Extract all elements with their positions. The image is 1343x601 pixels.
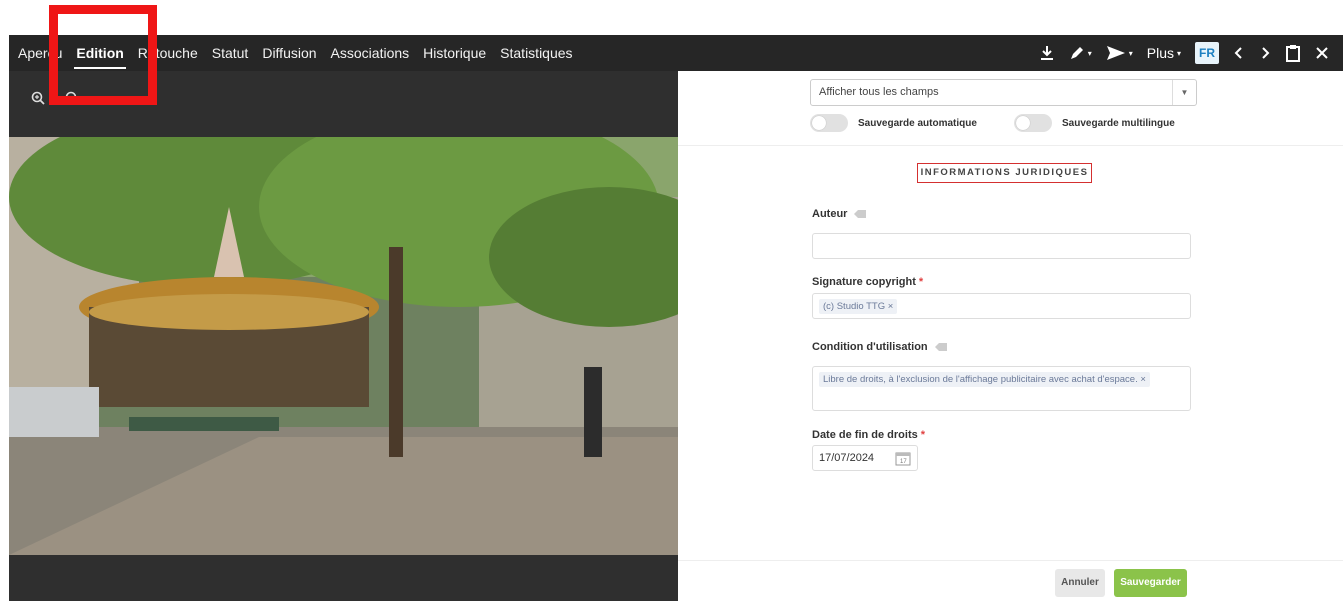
multilang-toggle-row: Sauvegarde multilingue: [1014, 114, 1175, 132]
send-icon[interactable]: ▾: [1106, 45, 1133, 61]
usage-chip[interactable]: Libre de droits, à l'exclusion de l'affi…: [819, 372, 1150, 387]
language-button[interactable]: FR: [1195, 42, 1219, 64]
tab-diffusion[interactable]: Diffusion: [262, 35, 316, 71]
top-toolbar: Aperçu Edition Retouche Statut Diffusion…: [9, 35, 1343, 71]
autosave-toggle-row: Sauvegarde automatique: [810, 114, 977, 132]
rights-end-date-field[interactable]: 17/07/2024 17: [812, 445, 918, 471]
required-mark: *: [918, 276, 924, 288]
rights-end-label: Date de fin de droits: [812, 429, 918, 441]
zoom-controls: [31, 91, 79, 110]
cancel-button[interactable]: Annuler: [1055, 569, 1105, 597]
usage-input[interactable]: Libre de droits, à l'exclusion de l'affi…: [812, 366, 1191, 411]
chevron-down-icon: ▼: [1172, 80, 1196, 105]
chevron-left-icon[interactable]: [1233, 46, 1245, 60]
language-badge: FR: [1195, 42, 1219, 64]
toolbar-actions: ▾ ▾ Plus ▾ FR: [1039, 35, 1343, 71]
zoom-in-icon[interactable]: [31, 91, 45, 110]
more-label: Plus: [1146, 45, 1174, 61]
tag-icon: [854, 210, 867, 218]
edit-form-panel: Afficher tous les champs ▼ Sauvegarde au…: [678, 71, 1343, 601]
tab-statistiques[interactable]: Statistiques: [500, 35, 572, 71]
multilang-toggle[interactable]: [1014, 114, 1052, 132]
tab-statut[interactable]: Statut: [212, 35, 249, 71]
required-mark: *: [920, 429, 926, 441]
copyright-input[interactable]: (c) Studio TTG ×: [812, 293, 1191, 319]
tab-retouche[interactable]: Retouche: [138, 35, 198, 71]
calendar-icon[interactable]: 17: [895, 450, 911, 466]
author-label: Auteur: [812, 208, 848, 220]
photo-preview[interactable]: [9, 137, 678, 555]
tab-associations[interactable]: Associations: [331, 35, 410, 71]
copyright-label-row: Signature copyright *: [812, 276, 923, 288]
clipboard-icon[interactable]: [1285, 44, 1301, 62]
tab-historique[interactable]: Historique: [423, 35, 486, 71]
rights-end-label-row: Date de fin de droits *: [812, 429, 925, 441]
usage-label: Condition d'utilisation: [812, 341, 928, 353]
tab-bar: Aperçu Edition Retouche Statut Diffusion…: [18, 35, 587, 71]
image-viewer: [9, 71, 678, 601]
multilang-label: Sauvegarde multilingue: [1062, 117, 1175, 129]
autosave-toggle[interactable]: [810, 114, 848, 132]
zoom-out-icon[interactable]: [65, 91, 79, 110]
author-label-row: Auteur: [812, 208, 867, 220]
usage-label-row: Condition d'utilisation: [812, 341, 948, 353]
pencil-icon[interactable]: ▾: [1069, 45, 1092, 61]
tab-edition[interactable]: Edition: [74, 35, 127, 71]
tab-apercu[interactable]: Aperçu: [18, 35, 62, 71]
svg-text:17: 17: [900, 459, 907, 465]
chevron-down-icon: ▾: [1176, 48, 1181, 58]
copyright-chip[interactable]: (c) Studio TTG ×: [819, 299, 898, 314]
section-title-legal: INFORMATIONS JURIDIQUES: [917, 163, 1092, 183]
display-select-value: Afficher tous les champs: [819, 86, 939, 98]
save-button[interactable]: Sauvegarder: [1114, 569, 1187, 597]
rights-end-value: 17/07/2024: [819, 452, 875, 464]
close-icon[interactable]: [1315, 46, 1329, 60]
copyright-label: Signature copyright: [812, 276, 916, 288]
footer-divider: [678, 560, 1343, 561]
autosave-label: Sauvegarde automatique: [858, 117, 977, 129]
chevron-down-icon: ▾: [1128, 48, 1133, 58]
author-input[interactable]: [812, 233, 1191, 259]
display-fields-select[interactable]: Afficher tous les champs ▼: [810, 79, 1197, 106]
tag-icon: [934, 343, 947, 351]
more-menu-button[interactable]: Plus ▾: [1147, 45, 1181, 61]
divider: [678, 145, 1343, 146]
chevron-right-icon[interactable]: [1259, 46, 1271, 60]
download-icon[interactable]: [1039, 45, 1055, 61]
chevron-down-icon: ▾: [1087, 48, 1092, 58]
